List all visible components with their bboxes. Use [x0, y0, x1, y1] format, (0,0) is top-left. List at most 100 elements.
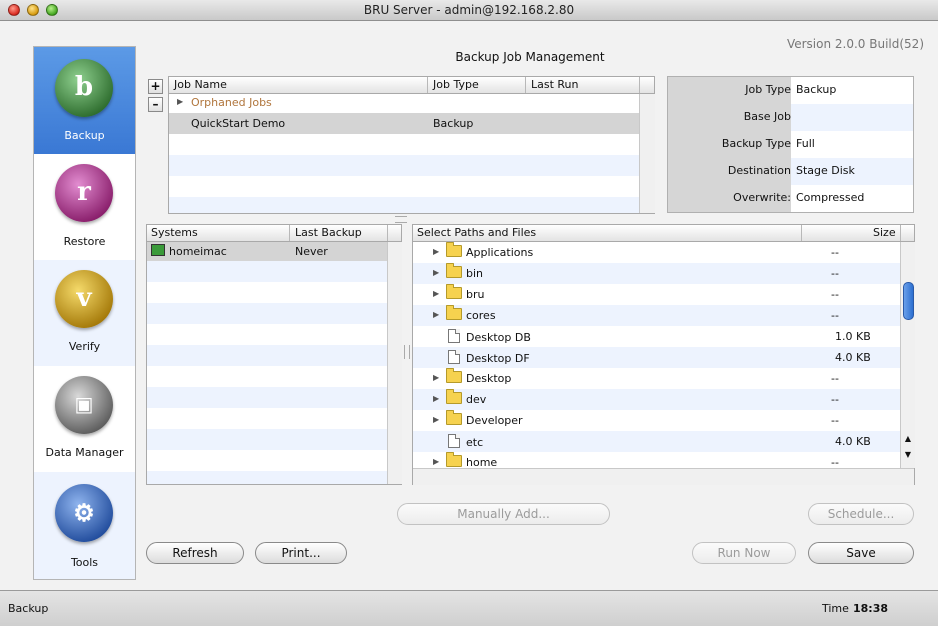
- computer-icon: [151, 244, 165, 259]
- property-label: Overwrite:: [733, 191, 791, 204]
- file-name: Desktop DF: [466, 352, 530, 365]
- sidebar-item-data-manager[interactable]: ▣ Data Manager: [34, 366, 135, 472]
- property-value[interactable]: Backup: [796, 83, 836, 96]
- status-bar: Backup Time 18:38: [0, 590, 938, 626]
- folder-icon: [446, 368, 462, 383]
- column-last-run[interactable]: Last Run: [531, 78, 579, 91]
- status-text: Backup: [8, 602, 49, 615]
- file-name: dev: [466, 393, 487, 406]
- vertical-splitter-handle[interactable]: [404, 345, 410, 359]
- file-size: --: [831, 456, 839, 468]
- list-item[interactable]: ▶ Developer --: [413, 410, 900, 431]
- empty-row: [147, 429, 387, 450]
- scroll-up-arrow-icon[interactable]: ▲: [902, 434, 914, 443]
- horizontal-splitter-handle[interactable]: [395, 216, 407, 223]
- list-item[interactable]: ▶ Orphaned Jobs: [169, 94, 639, 112]
- file-size: --: [831, 267, 839, 280]
- table-row[interactable]: homeimac Never: [147, 242, 387, 261]
- jobs-scrollbar[interactable]: [639, 94, 655, 213]
- files-scrollbar[interactable]: ▲ ▼: [900, 242, 915, 468]
- files-horizontal-scrollbar[interactable]: [413, 468, 914, 485]
- column-systems[interactable]: Systems: [151, 226, 198, 239]
- sidebar-item-label: Tools: [70, 556, 99, 569]
- column-paths[interactable]: Select Paths and Files: [417, 226, 536, 239]
- document-icon: [448, 434, 460, 448]
- empty-row: [147, 303, 387, 324]
- job-type: Backup: [433, 117, 474, 130]
- file-name: etc: [466, 436, 484, 449]
- list-item[interactable]: ▶ home --: [413, 452, 900, 468]
- remove-job-button[interactable]: –: [148, 97, 163, 112]
- empty-row: [147, 345, 387, 366]
- run-now-button[interactable]: Run Now: [692, 542, 796, 564]
- sidebar-item-restore[interactable]: r Restore: [34, 154, 135, 260]
- add-job-button[interactable]: +: [148, 79, 163, 94]
- property-value[interactable]: Compressed: [796, 191, 864, 204]
- disclosure-triangle-icon[interactable]: ▶: [433, 268, 439, 277]
- list-item[interactable]: ▶ dev --: [413, 389, 900, 410]
- file-size: 4.0 KB: [835, 435, 871, 448]
- column-size[interactable]: Size: [873, 226, 896, 239]
- sidebar-item-verify[interactable]: v Verify: [34, 260, 135, 366]
- list-item[interactable]: ▶ bru --: [413, 284, 900, 305]
- list-item[interactable]: ▶ Desktop --: [413, 368, 900, 389]
- schedule-button[interactable]: Schedule...: [808, 503, 914, 525]
- folder-icon: [446, 263, 462, 278]
- file-size: --: [831, 288, 839, 301]
- list-item[interactable]: Desktop DB 1.0 KB: [413, 326, 900, 347]
- list-item[interactable]: ▶ Applications --: [413, 242, 900, 263]
- list-item[interactable]: etc 4.0 KB: [413, 431, 900, 452]
- sidebar-item-label: Restore: [63, 235, 106, 248]
- file-name: bru: [466, 288, 485, 301]
- disclosure-triangle-icon[interactable]: ▶: [433, 457, 439, 466]
- time-label: Time: [822, 602, 849, 615]
- jobs-table: Job Name Job Type Last Run ▶ Orphaned Jo…: [168, 76, 655, 214]
- restore-icon: r: [55, 164, 113, 222]
- sidebar-item-tools[interactable]: ⚙ Tools: [34, 472, 135, 579]
- list-item[interactable]: ▶ cores --: [413, 305, 900, 326]
- file-name: Desktop: [466, 372, 512, 385]
- property-label: Job Type: [745, 83, 791, 96]
- save-button[interactable]: Save: [808, 542, 914, 564]
- print-button[interactable]: Print...: [255, 542, 347, 564]
- sidebar-item-backup[interactable]: b Backup: [34, 47, 135, 154]
- property-value[interactable]: Full: [796, 137, 815, 150]
- manually-add-button[interactable]: Manually Add...: [397, 503, 610, 525]
- disclosure-triangle-icon[interactable]: ▶: [433, 373, 439, 382]
- sidebar-item-label: Verify: [68, 340, 101, 353]
- folder-icon: [446, 305, 462, 320]
- job-properties-panel: Job Type Backup Base Job Backup Type Ful…: [667, 76, 914, 213]
- property-value[interactable]: Stage Disk: [796, 164, 855, 177]
- systems-scrollbar[interactable]: [387, 242, 402, 484]
- verify-icon: v: [55, 270, 113, 328]
- empty-row: [169, 197, 639, 213]
- refresh-button[interactable]: Refresh: [146, 542, 244, 564]
- scroll-down-arrow-icon[interactable]: ▼: [902, 450, 914, 459]
- file-name: Developer: [466, 414, 523, 427]
- column-last-backup[interactable]: Last Backup: [295, 226, 362, 239]
- window-title: BRU Server - admin@192.168.2.80: [363, 3, 575, 17]
- column-job-type[interactable]: Job Type: [433, 78, 479, 91]
- files-table-header: Select Paths and Files Size: [413, 225, 914, 242]
- system-last-backup: Never: [295, 245, 328, 258]
- disclosure-triangle-icon[interactable]: ▶: [433, 310, 439, 319]
- disclosure-triangle-icon[interactable]: ▶: [433, 394, 439, 403]
- files-table: Select Paths and Files Size ▶ Applicatio…: [412, 224, 915, 485]
- file-size: --: [831, 414, 839, 427]
- list-item[interactable]: ▶ bin --: [413, 263, 900, 284]
- disclosure-triangle-icon[interactable]: ▶: [433, 415, 439, 424]
- disclosure-triangle-icon[interactable]: ▶: [177, 97, 183, 106]
- systems-table: Systems Last Backup homeimac Never: [146, 224, 402, 485]
- folder-icon: [446, 452, 462, 467]
- folder-icon: [446, 242, 462, 257]
- disclosure-triangle-icon[interactable]: ▶: [433, 289, 439, 298]
- sidebar: b Backup r Restore v Verify ▣ Data Manag…: [33, 46, 136, 580]
- data-manager-icon: ▣: [55, 376, 113, 434]
- list-item[interactable]: Desktop DF 4.0 KB: [413, 347, 900, 368]
- file-name: home: [466, 456, 498, 468]
- file-name: Applications: [466, 246, 534, 259]
- scrollbar-thumb[interactable]: [903, 282, 914, 320]
- table-row[interactable]: QuickStart Demo Backup: [169, 113, 639, 134]
- disclosure-triangle-icon[interactable]: ▶: [433, 247, 439, 256]
- column-job-name[interactable]: Job Name: [174, 78, 227, 91]
